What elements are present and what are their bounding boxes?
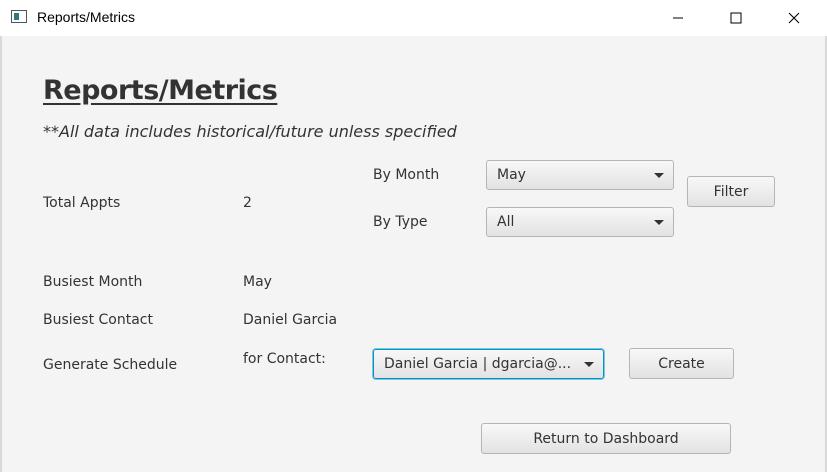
type-select-value: All	[497, 214, 515, 230]
return-to-dashboard-button[interactable]: Return to Dashboard	[481, 423, 731, 454]
type-select[interactable]: All	[486, 207, 674, 237]
by-month-label: By Month	[373, 167, 440, 183]
minimize-icon	[673, 17, 683, 19]
by-type-label: By Type	[373, 214, 428, 230]
page-note: **All data includes historical/future un…	[43, 122, 457, 141]
total-appts-value: 2	[243, 195, 252, 211]
page-title: Reports/Metrics	[43, 75, 278, 106]
busiest-contact-label: Busiest Contact	[43, 312, 153, 328]
month-select-value: May	[497, 167, 526, 183]
busiest-month-value: May	[243, 274, 272, 290]
busiest-month-label: Busiest Month	[43, 274, 143, 290]
generate-schedule-label: Generate Schedule	[43, 357, 178, 373]
app-icon	[11, 10, 27, 23]
window-title: Reports/Metrics	[37, 9, 136, 25]
contact-select-value: Daniel Garcia | dgarcia@...	[384, 356, 572, 372]
window-titlebar: Reports/Metrics	[0, 0, 827, 36]
maximize-icon	[730, 12, 742, 24]
filter-button[interactable]: Filter	[687, 176, 775, 207]
total-appts-label: Total Appts	[43, 195, 121, 211]
month-select[interactable]: May	[486, 160, 674, 190]
chevron-down-icon	[584, 362, 594, 367]
chevron-down-icon	[654, 173, 664, 178]
busiest-contact-value: Daniel Garcia	[243, 312, 338, 328]
create-button[interactable]: Create	[629, 348, 734, 379]
close-icon	[788, 12, 800, 24]
minimize-button[interactable]	[655, 0, 701, 36]
for-contact-label: for Contact:	[243, 351, 326, 367]
contact-select[interactable]: Daniel Garcia | dgarcia@...	[373, 349, 604, 379]
close-button[interactable]	[771, 0, 817, 36]
maximize-button[interactable]	[713, 0, 759, 36]
chevron-down-icon	[654, 220, 664, 225]
